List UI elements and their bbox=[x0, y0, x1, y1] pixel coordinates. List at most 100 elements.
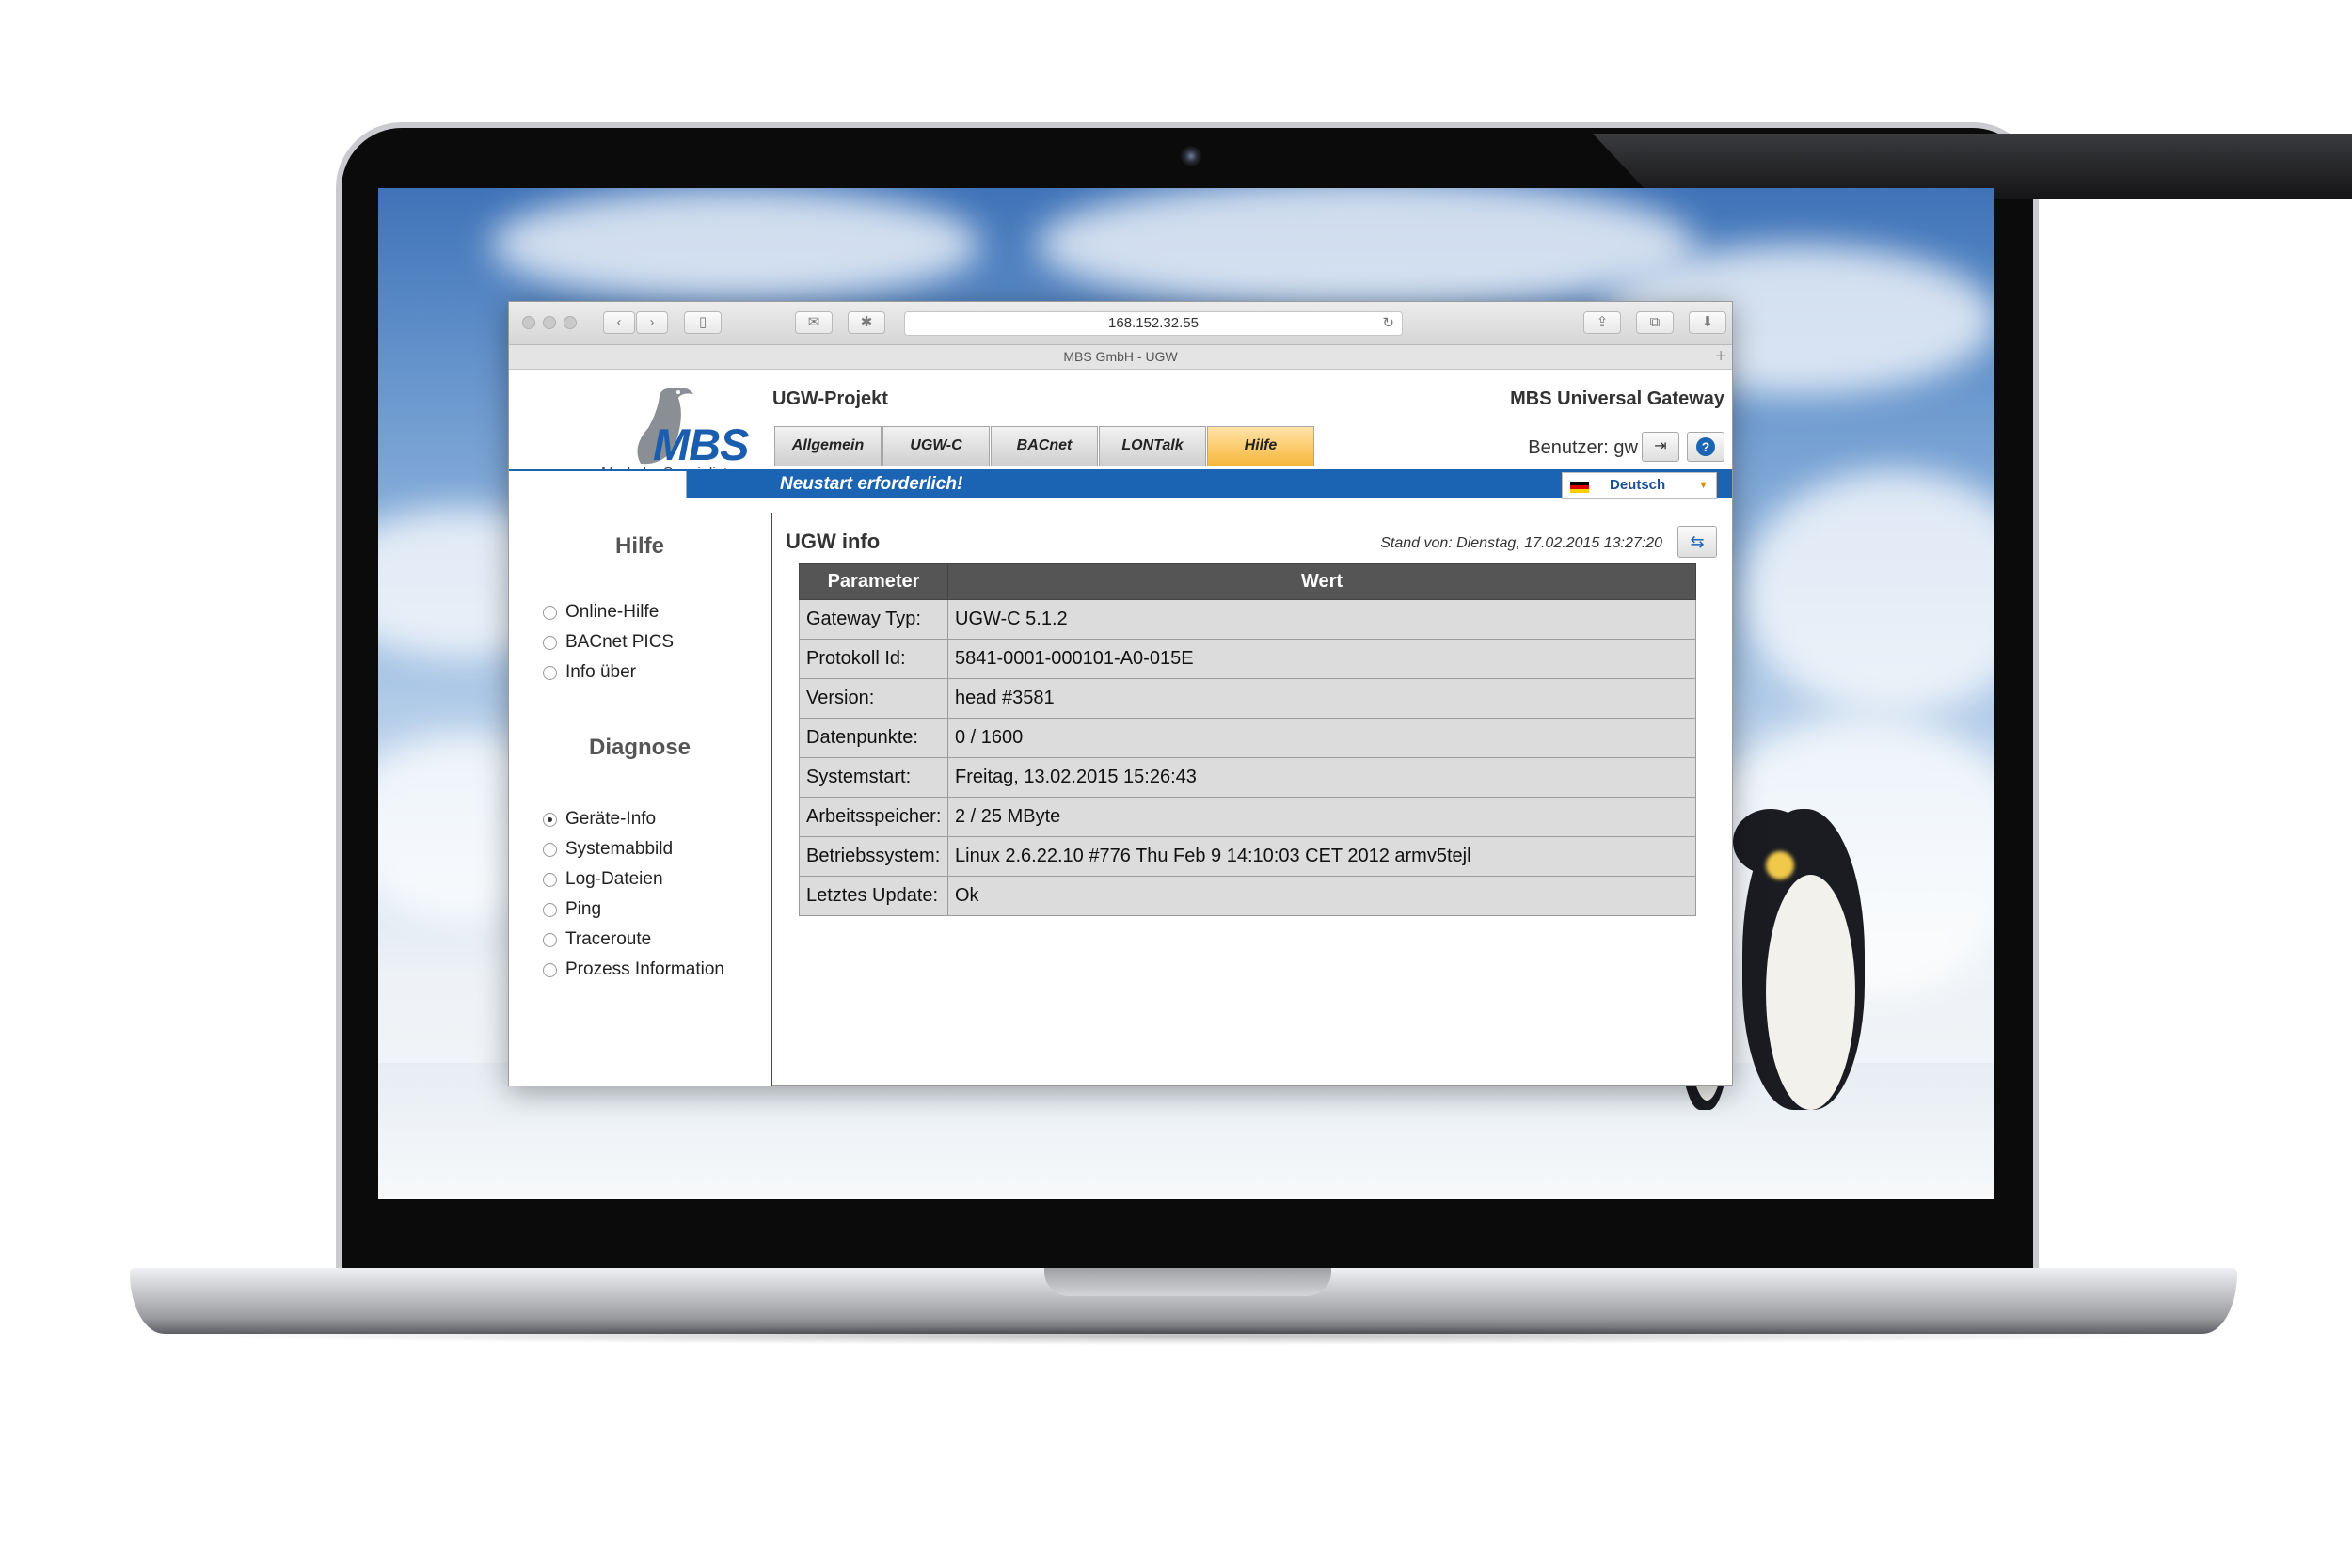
sidebar-item-traceroute[interactable]: Traceroute bbox=[543, 925, 771, 955]
sidebar-item-label: Systemabbild bbox=[565, 839, 674, 859]
main-tabs: Allgemein UGW-C BACnet LONTalk Hilfe bbox=[774, 426, 1315, 466]
table-row: Gateway Typ: UGW-C 5.1.2 bbox=[799, 599, 1696, 640]
sidebar-item-bacnet-pics[interactable]: BACnet PICS bbox=[543, 627, 771, 657]
sidebar-title-diagnose: Diagnose bbox=[588, 735, 691, 760]
sidebar-item-info-ueber[interactable]: Info über bbox=[543, 657, 771, 688]
page-title: UGW info bbox=[786, 530, 881, 553]
column-header-wert: Wert bbox=[947, 563, 1696, 600]
radio-icon[interactable] bbox=[543, 843, 557, 857]
close-window-icon[interactable] bbox=[522, 316, 535, 329]
share-icon[interactable]: ⇪ bbox=[1583, 311, 1621, 334]
tab-ugw-c[interactable]: UGW-C bbox=[882, 426, 990, 466]
sidebar-item-online-hilfe[interactable]: Online-Hilfe bbox=[543, 597, 771, 627]
param-cell: Arbeitsspeicher: bbox=[799, 797, 948, 837]
value-cell: UGW-C 5.1.2 bbox=[947, 599, 1696, 640]
value-cell: head #3581 bbox=[947, 678, 1696, 719]
table-row: Protokoll Id: 5841-0001-000101-A0-015E bbox=[799, 639, 1696, 679]
status-bar bbox=[509, 469, 1732, 498]
sidebar-item-systemabbild[interactable]: Systemabbild bbox=[543, 834, 771, 864]
reload-icon[interactable]: ↻ bbox=[1382, 312, 1394, 335]
user-info: Benutzer: gw bbox=[1528, 437, 1638, 459]
german-flag-icon bbox=[1570, 482, 1589, 493]
param-cell: Protokoll Id: bbox=[799, 639, 948, 679]
laptop-screen: ‹ › ▯ ✉ ✱ 168.152.32.55 ↻ ⇪ ⧉ ⬇ MBS GmbH… bbox=[378, 188, 1994, 1199]
table-row: Betriebssystem: Linux 2.6.22.10 #776 Thu … bbox=[799, 836, 1696, 877]
timestamp: Stand von: Dienstag, 17.02.2015 13:27:20 bbox=[1380, 535, 1662, 551]
tab-hilfe[interactable]: Hilfe bbox=[1207, 426, 1314, 466]
sidebar-item-label: Traceroute bbox=[565, 929, 652, 949]
table-row: Systemstart: Freitag, 13.02.2015 15:26:43 bbox=[799, 757, 1696, 798]
minimize-window-icon[interactable] bbox=[543, 316, 556, 329]
radio-icon[interactable] bbox=[543, 606, 557, 620]
value-cell: 0 / 1600 bbox=[947, 718, 1696, 758]
product-title: MBS Universal Gateway bbox=[1510, 388, 1724, 409]
sidebar-item-label: Online-Hilfe bbox=[565, 602, 660, 622]
logo-text: MBS bbox=[653, 420, 749, 469]
sidebar-item-ping[interactable]: Ping bbox=[543, 895, 771, 925]
value-cell: 5841-0001-000101-A0-015E bbox=[947, 639, 1696, 679]
radio-icon[interactable] bbox=[543, 873, 557, 887]
table-row: Datenpunkte: 0 / 1600 bbox=[799, 718, 1696, 758]
sidebar-item-log-dateien[interactable]: Log-Dateien bbox=[543, 864, 771, 895]
param-cell: Betriebssystem: bbox=[799, 836, 948, 877]
table-header-row: Parameter Wert bbox=[799, 563, 1696, 600]
refresh-button[interactable]: ⇆ bbox=[1677, 526, 1717, 558]
help-icon: ? bbox=[1696, 437, 1715, 456]
sidebar: Hilfe Online-Hilfe BACnet PICS Info über… bbox=[509, 513, 772, 1086]
forward-icon[interactable]: › bbox=[636, 311, 668, 334]
diagnose-list: Geräte-Info Systemabbild Log-Dateien Pin… bbox=[543, 804, 771, 985]
info-table: Parameter Wert Gateway Typ: UGW-C 5.1.2 P… bbox=[799, 563, 1696, 916]
laptop-notch bbox=[1044, 1268, 1331, 1296]
new-tab-icon[interactable]: + bbox=[1715, 345, 1726, 369]
tab-allgemein[interactable]: Allgemein bbox=[774, 426, 882, 466]
zoom-window-icon[interactable] bbox=[564, 316, 577, 329]
language-label: Deutsch bbox=[1610, 477, 1666, 493]
browser-tab-title: MBS GmbH - UGW bbox=[1063, 349, 1178, 364]
value-cell: Linux 2.6.22.10 #776 Thu Feb 9 14:10:03 … bbox=[947, 836, 1696, 877]
sidebar-title-hilfe: Hilfe bbox=[614, 533, 664, 559]
browser-window: ‹ › ▯ ✉ ✱ 168.152.32.55 ↻ ⇪ ⧉ ⬇ MBS GmbH… bbox=[508, 301, 1733, 1086]
restart-notice: Neustart erforderlich! bbox=[780, 474, 963, 494]
table-row: Arbeitsspeicher: 2 / 25 MByte bbox=[799, 797, 1696, 837]
param-cell: Gateway Typ: bbox=[799, 599, 948, 640]
radio-icon[interactable] bbox=[543, 666, 557, 680]
column-header-parameter: Parameter bbox=[799, 563, 948, 600]
radio-selected-icon[interactable] bbox=[543, 813, 557, 827]
radio-icon[interactable] bbox=[543, 933, 557, 947]
app-header: MBS Made by Specialists. UGW-Projekt MBS… bbox=[509, 370, 1732, 513]
address-bar[interactable]: 168.152.32.55 ↻ bbox=[904, 311, 1403, 336]
sidebar-toggle-icon[interactable]: ▯ bbox=[684, 311, 722, 334]
tab-lontalk[interactable]: LONTalk bbox=[1099, 426, 1206, 466]
browser-tab[interactable]: MBS GmbH - UGW + bbox=[509, 345, 1732, 370]
value-cell: Freitag, 13.02.2015 15:26:43 bbox=[947, 757, 1696, 798]
back-icon[interactable]: ‹ bbox=[603, 311, 635, 334]
mail-icon[interactable]: ✉ bbox=[795, 311, 833, 334]
penguin-large bbox=[1724, 809, 1893, 1129]
url-text: 168.152.32.55 bbox=[1108, 315, 1199, 331]
radio-icon[interactable] bbox=[543, 963, 557, 977]
table-row: Version: head #3581 bbox=[799, 678, 1696, 719]
tabs-overview-icon[interactable]: ⧉ bbox=[1636, 311, 1674, 334]
param-cell: Systemstart: bbox=[799, 757, 948, 798]
sidebar-item-label: BACnet PICS bbox=[565, 632, 675, 652]
help-list: Online-Hilfe BACnet PICS Info über bbox=[543, 597, 771, 688]
help-button[interactable]: ? bbox=[1687, 432, 1724, 462]
sidebar-item-geraete-info[interactable]: Geräte-Info bbox=[543, 804, 771, 834]
param-cell: Datenpunkte: bbox=[799, 718, 948, 758]
extension-icon[interactable]: ✱ bbox=[848, 311, 885, 334]
sidebar-item-label: Ping bbox=[565, 899, 602, 919]
user-label: Benutzer: bbox=[1528, 437, 1609, 458]
value-cell: 2 / 25 MByte bbox=[947, 797, 1696, 837]
logout-icon: ⇥ bbox=[1654, 438, 1667, 454]
camera-icon bbox=[1181, 146, 1201, 166]
main-content: UGW info Stand von: Dienstag, 17.02.2015… bbox=[774, 513, 1732, 1086]
project-title: UGW-Projekt bbox=[772, 388, 888, 409]
download-icon[interactable]: ⬇ bbox=[1689, 311, 1726, 334]
tab-bacnet[interactable]: BACnet bbox=[991, 426, 1098, 466]
radio-icon[interactable] bbox=[543, 636, 557, 650]
radio-icon[interactable] bbox=[543, 903, 557, 917]
param-cell: Letztes Update: bbox=[799, 876, 948, 916]
logout-button[interactable]: ⇥ bbox=[1642, 432, 1679, 462]
language-select[interactable]: Deutsch ▼ bbox=[1562, 472, 1717, 499]
sidebar-item-prozess-information[interactable]: Prozess Information bbox=[543, 955, 771, 985]
